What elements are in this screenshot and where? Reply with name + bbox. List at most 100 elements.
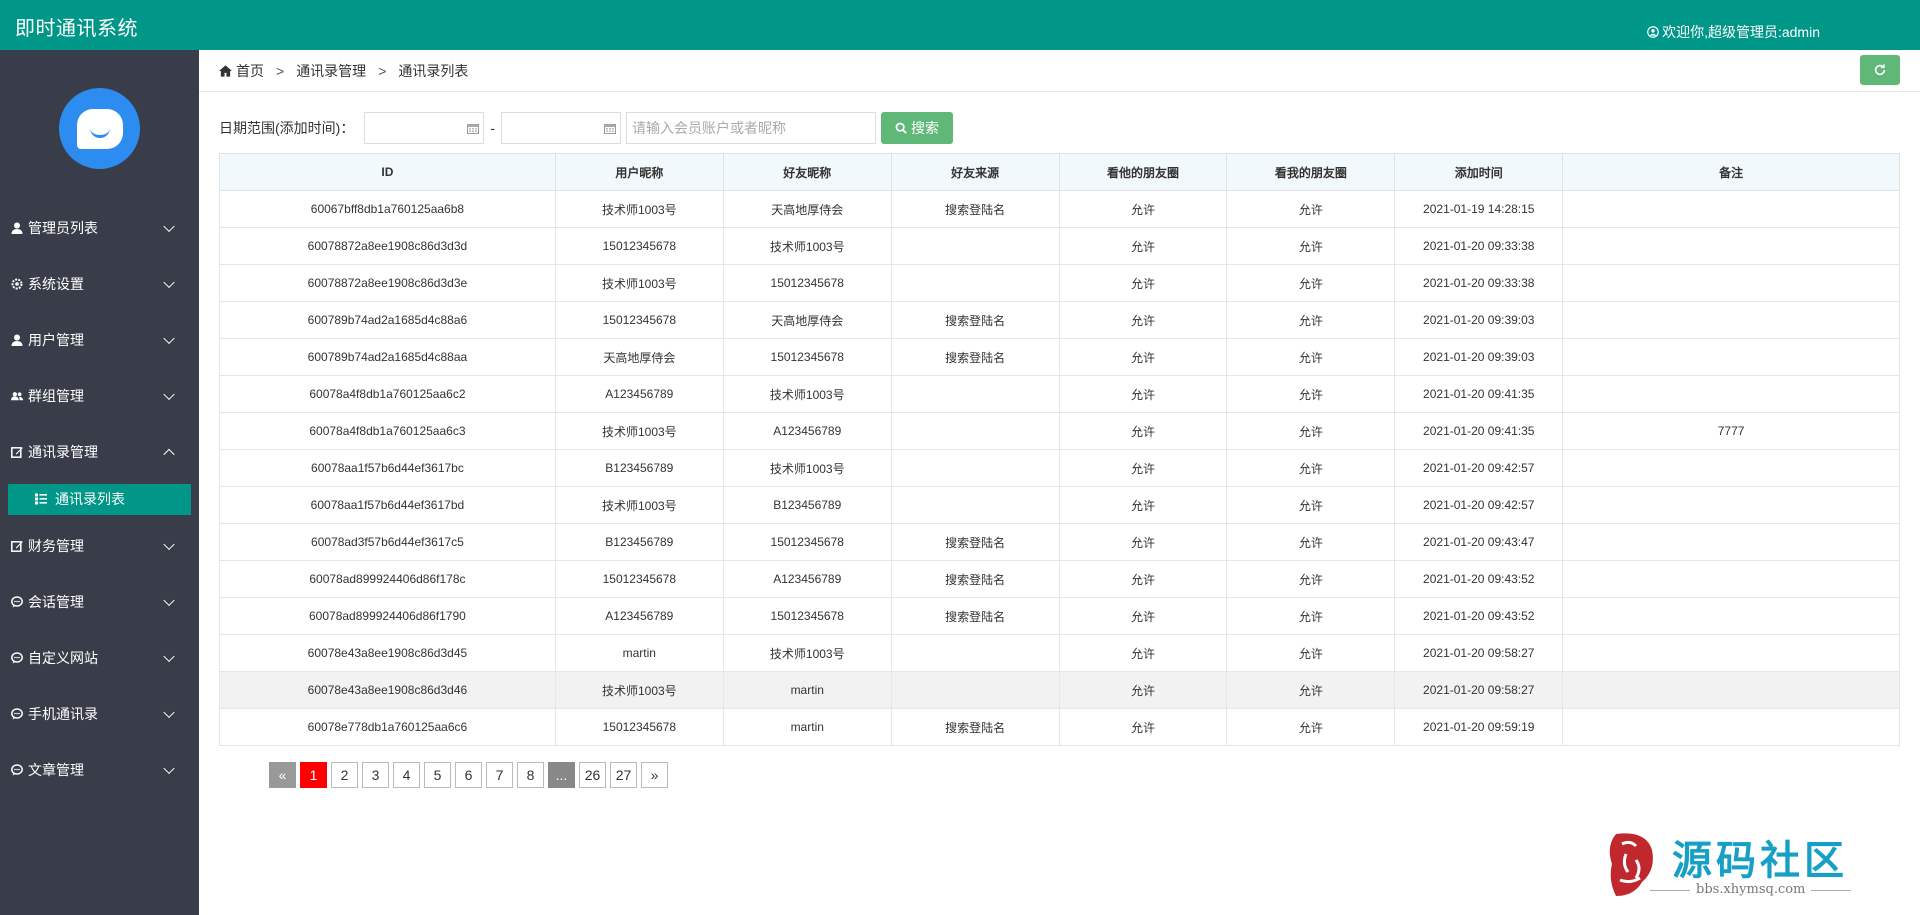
table-row[interactable]: 60078a4f8db1a760125aa6c2 A123456789 技术师100… [219,375,1900,413]
pagination-page-7[interactable]: 7 [486,762,513,788]
table-cell: 技术师1003号 [554,671,724,709]
table-cell: 60078a4f8db1a760125aa6c3 [219,412,556,450]
table-row[interactable]: 60078e43a8ee1908c86d3d46 技术师1003号 martin 允许… [219,671,1900,709]
watermark-logo: 源码社区 bbs.xhymsq.com [1606,830,1886,902]
sidebar-item-3[interactable]: 群组管理 [0,368,199,424]
sidebar-item-5[interactable]: 财务管理 [0,518,199,574]
table-cell [1562,338,1900,376]
pagination-page-27[interactable]: 27 [610,762,637,788]
breadcrumb-home[interactable]: 首页 [236,61,264,81]
table-cell: 技术师1003号 [722,634,892,672]
table-cell: 60078872a8ee1908c86d3d3e [219,264,556,302]
pagination-next-button[interactable]: » [641,762,668,788]
table-cell: 技术师1003号 [554,412,724,450]
table-cell: 允许 [1226,486,1396,524]
member-search-input[interactable] [626,112,876,144]
table-cell: 60078872a8ee1908c86d3d3d [219,227,556,265]
table-cell: martin [554,634,724,672]
table-cell: martin [722,708,892,746]
edit-icon [10,445,24,459]
table-cell: 允许 [1226,190,1396,228]
sidebar-item-0[interactable]: 管理员列表 [0,200,199,256]
watermark-url: bbs.xhymsq.com [1649,882,1852,897]
breadcrumb-level1[interactable]: 通讯录管理 [296,61,366,81]
table-cell: B123456789 [722,486,892,524]
contacts-table: ID 用户昵称 好友昵称 好友来源 看他的朋友圈 看我的朋友圈 添加时间 备注 60067bf… [219,153,1900,746]
table-cell: 2021-01-20 09:42:57 [1394,449,1564,487]
table-cell [1562,634,1900,672]
sidebar-subitem-contacts-list[interactable]: 通讯录列表 [8,483,191,515]
pagination-page-26[interactable]: 26 [579,762,606,788]
table-row[interactable]: 60067bff8db1a760125aa6b8 技术师1003号 天高地厚侍会 搜索… [219,190,1900,228]
sidebar-item-1[interactable]: 系统设置 [0,256,199,312]
start-date-input[interactable] [364,112,485,144]
column-header: 看我的朋友圈 [1226,153,1396,191]
table-row[interactable]: 60078a4f8db1a760125aa6c3 技术师1003号 A1234567… [219,412,1900,450]
user-circle-icon [1647,26,1659,38]
table-cell: 2021-01-19 14:28:15 [1394,190,1564,228]
sidebar-item-7[interactable]: 自定义网站 [0,630,199,686]
table-row[interactable]: 60078e778db1a760125aa6c6 15012345678 marti… [219,708,1900,746]
table-cell [1562,227,1900,265]
table-row[interactable]: 60078ad3f57b6d44ef3617c5 B123456789 150123… [219,523,1900,561]
table-row[interactable]: 60078ad899924406d86f1790 A123456789 150123… [219,597,1900,635]
pagination-page-4[interactable]: 4 [393,762,420,788]
table-row[interactable]: 60078e43a8ee1908c86d3d45 martin 技术师1003号 允许… [219,634,1900,672]
table-row[interactable]: 60078872a8ee1908c86d3d3e 技术师1003号 15012345… [219,264,1900,302]
table-cell: 允许 [1226,597,1396,635]
app-logo [59,88,140,169]
watermark-text: 源码社区 [1672,838,1848,884]
sidebar-item-6[interactable]: 会话管理 [0,574,199,630]
table-cell [1562,560,1900,598]
sidebar-item-8[interactable]: 手机通讯录 [0,686,199,742]
pagination-prev-button[interactable]: « [269,762,296,788]
table-cell: 60078a4f8db1a760125aa6c2 [219,375,556,413]
table-cell: 允许 [1058,671,1228,709]
end-date-input[interactable] [501,112,621,144]
pagination-page-5[interactable]: 5 [424,762,451,788]
pagination-page-2[interactable]: 2 [331,762,358,788]
table-cell: 允许 [1058,301,1228,339]
calendar-icon [604,124,616,134]
table-row[interactable]: 60078872a8ee1908c86d3d3d 15012345678 技术师10… [219,227,1900,265]
table-cell: 15012345678 [722,264,892,302]
table-header-row: ID 用户昵称 好友昵称 好友来源 看他的朋友圈 看我的朋友圈 添加时间 备注 [219,153,1900,191]
pagination-page-8[interactable]: 8 [517,762,544,788]
table-cell: 允许 [1226,449,1396,487]
table-cell: 技术师1003号 [554,486,724,524]
pagination-page-3[interactable]: 3 [362,762,389,788]
column-header: 好友昵称 [722,153,892,191]
column-header: 备注 [1562,153,1900,191]
table-cell [1562,523,1900,561]
chevron-down-icon [163,388,175,401]
chevron-down-icon [163,332,175,345]
home-icon [219,64,232,77]
table-row[interactable]: 600789b74ad2a1685d4c88aa 天高地厚侍会 1501234567… [219,338,1900,376]
table-cell: 60078e778db1a760125aa6c6 [219,708,556,746]
pagination-page-1[interactable]: 1 [300,762,327,788]
sidebar-subitem-label: 通讯录列表 [55,491,125,507]
table-row[interactable]: 600789b74ad2a1685d4c88a6 15012345678 天高地厚侍… [219,301,1900,339]
table-cell [1562,190,1900,228]
table-cell: 允许 [1226,560,1396,598]
pagination-ellipsis[interactable]: ... [548,762,575,788]
breadcrumb-separator: > [378,62,387,79]
table-cell [890,486,1060,524]
comment-icon [10,595,24,609]
gear-icon [10,277,24,291]
table-cell: 15012345678 [722,523,892,561]
sidebar-item-9[interactable]: 文章管理 [0,742,199,798]
search-button[interactable]: 搜索 [881,112,953,144]
table-cell: 2021-01-20 09:43:52 [1394,560,1564,598]
table-row[interactable]: 60078aa1f57b6d44ef3617bc B123456789 技术师100… [219,449,1900,487]
sidebar-item-label: 管理员列表 [28,220,98,236]
table-row[interactable]: 60078ad899924406d86f178c 15012345678 A1234… [219,560,1900,598]
sidebar-item-2[interactable]: 用户管理 [0,312,199,368]
table-row[interactable]: 60078aa1f57b6d44ef3617bd 技术师1003号 B1234567… [219,486,1900,524]
refresh-button[interactable] [1860,55,1900,85]
sidebar-item-4[interactable]: 通讯录管理 [0,424,199,480]
date-range-label: 日期范围(添加时间)： [219,120,355,136]
pagination-page-6[interactable]: 6 [455,762,482,788]
user-welcome[interactable]: 欢迎你,超级管理员:admin [1647,22,1820,42]
table-cell: 2021-01-20 09:33:38 [1394,227,1564,265]
